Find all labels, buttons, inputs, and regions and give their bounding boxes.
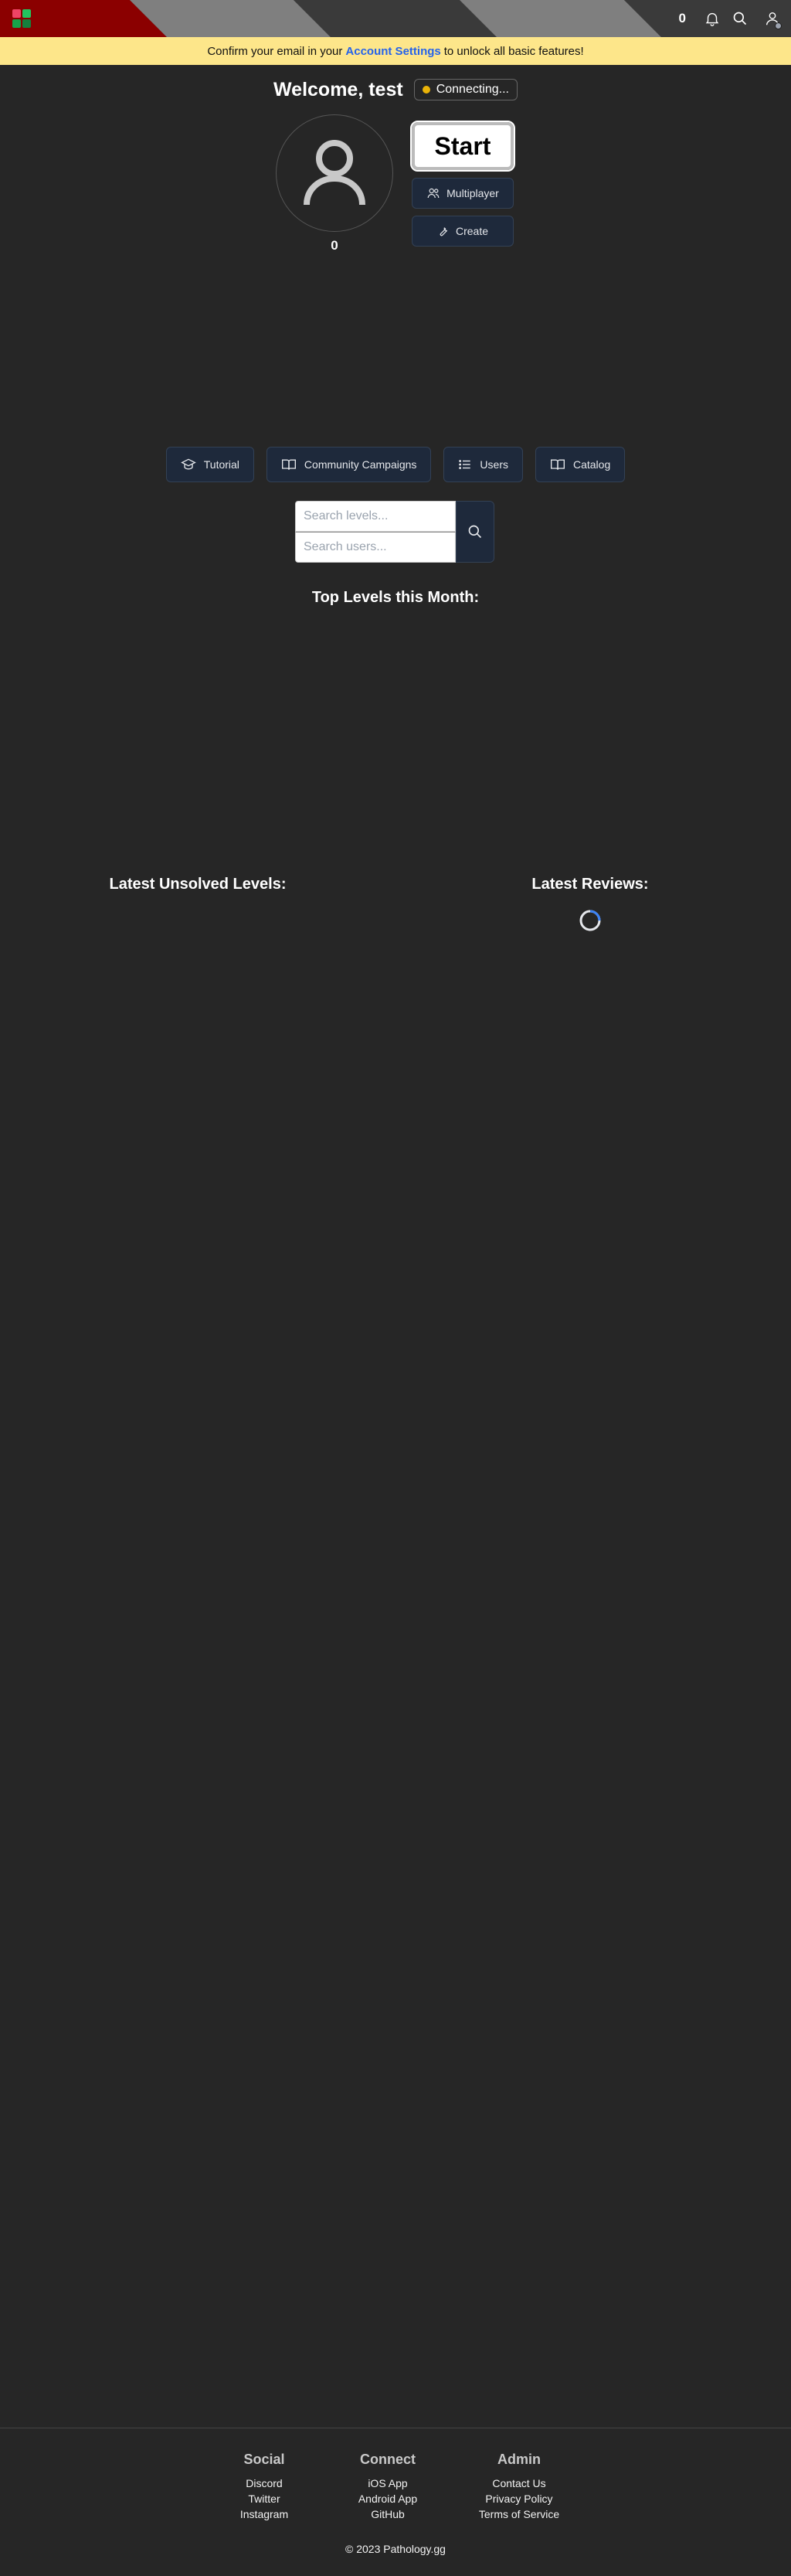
welcome-row: Welcome, test Connecting... bbox=[0, 77, 791, 102]
book-open-icon bbox=[281, 459, 296, 470]
search-form bbox=[295, 501, 494, 563]
twitter-link[interactable]: Twitter bbox=[248, 2491, 280, 2506]
banner-text-after: to unlock all basic features! bbox=[443, 44, 584, 58]
latest-unsolved-heading: Latest Unsolved Levels: bbox=[109, 876, 287, 893]
users-button[interactable]: Users bbox=[443, 447, 523, 482]
terms-of-service-link[interactable]: Terms of Service bbox=[479, 2506, 559, 2522]
instagram-link[interactable]: Instagram bbox=[240, 2506, 288, 2522]
discord-link[interactable]: Discord bbox=[246, 2476, 282, 2491]
streak-count: 0 bbox=[678, 11, 686, 26]
copyright: © 2023 Pathology.gg bbox=[345, 2543, 446, 2555]
footer: Social Discord Twitter Instagram Connect… bbox=[0, 2428, 791, 2576]
footer-social-title: Social bbox=[243, 2452, 285, 2467]
privacy-policy-link[interactable]: Privacy Policy bbox=[485, 2491, 552, 2506]
create-button[interactable]: Create bbox=[412, 216, 514, 247]
online-status-dot bbox=[775, 22, 782, 29]
welcome-title: Welcome, test bbox=[273, 78, 403, 100]
email-confirm-banner: Confirm your email in your Account Setti… bbox=[0, 37, 791, 65]
connection-status: Connecting... bbox=[413, 79, 518, 100]
list-icon bbox=[459, 460, 471, 469]
ios-app-link[interactable]: iOS App bbox=[368, 2476, 407, 2491]
banner-text-before: Confirm your email in your bbox=[207, 44, 343, 58]
nav-buttons: Tutorial Community Campaigns Users Catal… bbox=[0, 447, 791, 482]
multiplayer-button[interactable]: Multiplayer bbox=[412, 178, 514, 209]
search-submit-button[interactable] bbox=[456, 501, 494, 563]
footer-connect-title: Connect bbox=[360, 2452, 416, 2467]
wrench-icon bbox=[440, 227, 448, 237]
notifications-button[interactable] bbox=[698, 0, 726, 37]
footer-admin-column: Admin Contact Us Privacy Policy Terms of… bbox=[473, 2452, 565, 2522]
search-icon bbox=[733, 12, 747, 26]
community-campaigns-label: Community Campaigns bbox=[304, 458, 417, 471]
community-campaigns-button[interactable]: Community Campaigns bbox=[266, 447, 432, 482]
loading-spinner-icon bbox=[579, 910, 601, 931]
contact-us-link[interactable]: Contact Us bbox=[492, 2476, 545, 2491]
graduation-cap-icon bbox=[180, 458, 196, 470]
tutorial-button[interactable]: Tutorial bbox=[165, 447, 254, 482]
tutorial-label: Tutorial bbox=[203, 458, 239, 471]
bell-icon bbox=[705, 12, 719, 26]
top-header: 0 bbox=[0, 0, 791, 37]
latest-reviews-heading: Latest Reviews: bbox=[531, 876, 649, 893]
account-settings-link[interactable]: Account Settings bbox=[345, 45, 440, 58]
footer-admin-title: Admin bbox=[497, 2452, 541, 2467]
search-icon bbox=[468, 525, 482, 539]
top-levels-heading: Top Levels this Month: bbox=[311, 589, 480, 606]
search-button[interactable] bbox=[726, 0, 754, 37]
catalog-label: Catalog bbox=[572, 458, 611, 471]
account-menu-button[interactable] bbox=[754, 0, 791, 37]
android-app-link[interactable]: Android App bbox=[358, 2491, 417, 2506]
catalog-button[interactable]: Catalog bbox=[535, 447, 626, 482]
start-button[interactable]: Start bbox=[410, 121, 515, 172]
users-label: Users bbox=[480, 458, 508, 471]
header-background bbox=[0, 0, 791, 37]
github-link[interactable]: GitHub bbox=[371, 2506, 405, 2522]
search-users-input[interactable] bbox=[295, 532, 456, 563]
connection-status-label: Connecting... bbox=[436, 83, 509, 96]
pathology-logo[interactable] bbox=[12, 9, 31, 28]
status-dot bbox=[422, 86, 430, 94]
footer-connect-column: Connect iOS App Android App GitHub bbox=[349, 2452, 426, 2522]
multiplayer-label: Multiplayer bbox=[446, 187, 499, 199]
footer-social-column: Social Discord Twitter Instagram bbox=[226, 2452, 303, 2522]
book-icon bbox=[550, 459, 565, 470]
search-levels-input[interactable] bbox=[295, 501, 456, 532]
profile-avatar[interactable] bbox=[276, 114, 393, 232]
users-icon bbox=[427, 188, 440, 199]
profile-score: 0 bbox=[331, 238, 338, 253]
create-label: Create bbox=[455, 225, 489, 237]
user-avatar-icon bbox=[304, 140, 365, 206]
